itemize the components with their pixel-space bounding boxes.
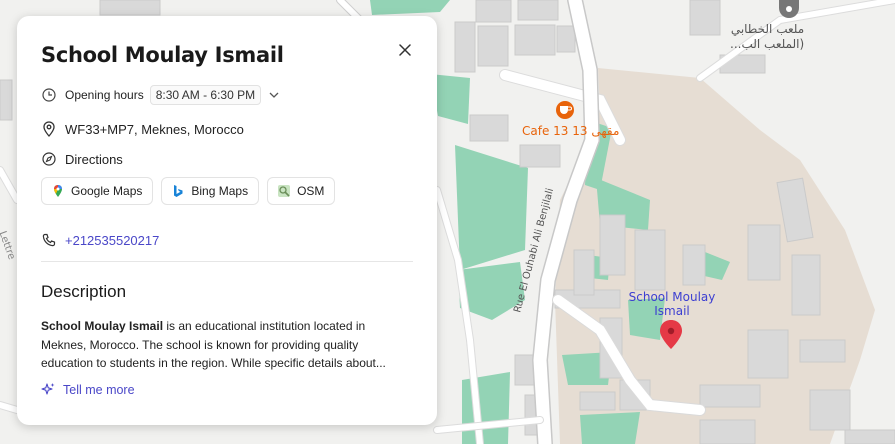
school-map-label[interactable]: School Moulay Ismail	[618, 290, 726, 318]
directions-row[interactable]: Directions	[41, 148, 413, 170]
place-info-card: School Moulay Ismail Opening hours 8:30 …	[17, 16, 437, 425]
google-maps-label: Google Maps	[71, 184, 143, 198]
opening-hours-row[interactable]: Opening hours 8:30 AM - 6:30 PM	[41, 84, 413, 106]
phone-row: +212535520217	[41, 229, 413, 251]
osm-button[interactable]: OSM	[267, 177, 336, 205]
opening-hours-value: 8:30 AM - 6:30 PM	[149, 85, 262, 105]
description-line-2: Meknes, Morocco. The school is known for…	[41, 337, 359, 352]
close-icon	[399, 44, 411, 56]
stadium-map-label-line1: ملعب الخطابي	[730, 22, 805, 36]
compass-icon	[41, 151, 57, 167]
cafe-map-label[interactable]: Cafe 13 مقهى 13	[522, 124, 619, 138]
map-provider-buttons: Google Maps Bing Maps OSM	[41, 177, 413, 205]
description-text: School Moulay Ismail is an educational i…	[41, 317, 413, 373]
sparkle-icon	[41, 382, 57, 398]
close-button[interactable]	[395, 40, 415, 60]
divider	[41, 261, 413, 262]
phone-icon	[41, 232, 57, 248]
cafe-icon[interactable]	[556, 101, 574, 119]
description-title: Description	[41, 282, 127, 301]
google-maps-button[interactable]: Google Maps	[41, 177, 154, 205]
address-text: WF33+MP7, Meknes, Morocco	[65, 121, 244, 137]
description-line-1-text: is an educational institution located in	[163, 319, 366, 333]
phone-link[interactable]: +212535520217	[65, 233, 159, 248]
clock-icon	[41, 87, 57, 103]
school-map-label-line2: Ismail	[654, 304, 690, 318]
place-title: School Moulay Ismail	[41, 43, 284, 67]
description-line-3: education to students in the region. Whi…	[41, 356, 386, 370]
stadium-map-label[interactable]: ملعب الخطابي (الملعب الب...	[730, 22, 804, 52]
chevron-down-icon[interactable]	[269, 92, 279, 98]
stadium-map-label-line2: (الملعب الب...	[730, 37, 805, 51]
tell-me-more-label: Tell me more	[63, 382, 135, 397]
osm-label: OSM	[297, 184, 325, 198]
google-maps-icon	[51, 184, 65, 198]
opening-hours-label: Opening hours	[65, 88, 144, 102]
description-line-1: School Moulay Ismail is an educational i…	[41, 317, 413, 336]
tell-me-more-button[interactable]: Tell me more	[41, 382, 413, 398]
bing-maps-label: Bing Maps	[191, 184, 249, 198]
bing-icon	[171, 184, 185, 198]
directions-label: Directions	[65, 151, 123, 167]
bing-maps-button[interactable]: Bing Maps	[161, 177, 260, 205]
osm-icon	[277, 184, 291, 198]
school-map-label-line1: School Moulay	[628, 290, 716, 304]
location-pin-icon	[41, 121, 57, 137]
description-bold-name: School Moulay Ismail	[41, 319, 164, 333]
address-row: WF33+MP7, Meknes, Morocco	[41, 118, 413, 140]
